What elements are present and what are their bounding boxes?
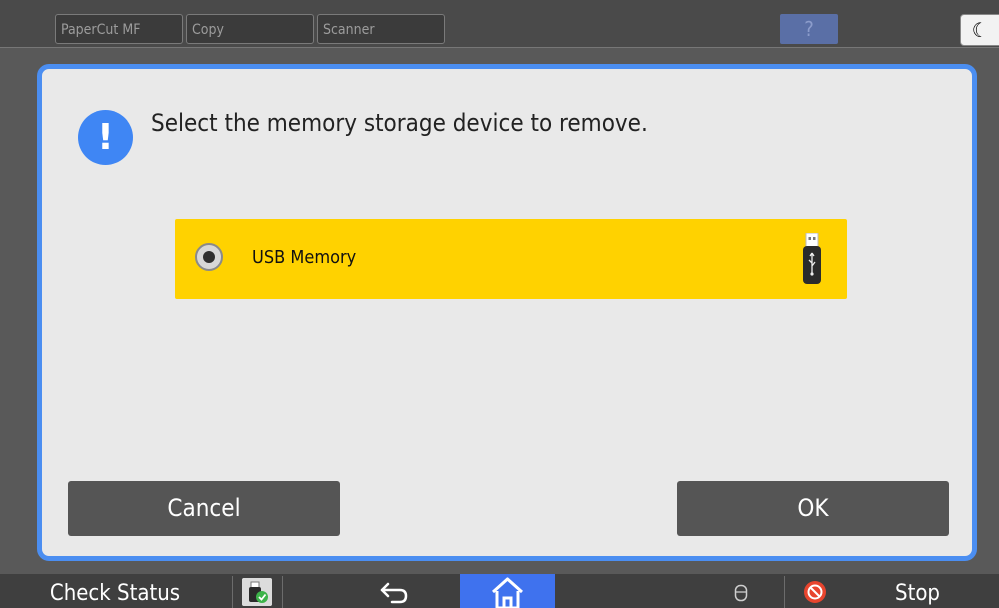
top-bar: PaperCut MF Copy Scanner ? ☾ bbox=[0, 0, 999, 48]
radio-selected-icon[interactable] bbox=[195, 243, 223, 271]
help-icon: ? bbox=[804, 17, 814, 41]
stop-icon[interactable] bbox=[803, 580, 827, 604]
tab-label: PaperCut MF bbox=[61, 22, 141, 38]
cancel-button[interactable]: Cancel bbox=[68, 481, 340, 536]
remove-device-dialog: ! Select the memory storage device to re… bbox=[37, 64, 977, 561]
bottom-bar: Check Status Stop bbox=[0, 574, 999, 608]
back-arrow-icon[interactable] bbox=[370, 574, 420, 608]
top-bar-divider bbox=[0, 47, 999, 48]
ok-label: OK bbox=[797, 494, 829, 522]
data-icon bbox=[734, 584, 748, 602]
tab-label: Copy bbox=[192, 22, 224, 38]
divider bbox=[232, 576, 233, 608]
tab-copy[interactable]: Copy bbox=[186, 14, 314, 44]
device-option-usb-memory[interactable]: USB Memory bbox=[175, 219, 847, 299]
check-status-button[interactable]: Check Status bbox=[0, 574, 230, 608]
device-label: USB Memory bbox=[252, 247, 357, 268]
night-mode-button[interactable]: ☾ bbox=[960, 14, 999, 46]
stop-button[interactable]: Stop bbox=[895, 574, 940, 608]
cancel-label: Cancel bbox=[167, 494, 241, 522]
printer-panel: PaperCut MF Copy Scanner ? ☾ ! Select th… bbox=[0, 0, 999, 608]
radio-dot bbox=[203, 251, 215, 263]
night-mode-icon: ☾ bbox=[971, 18, 989, 42]
home-button[interactable] bbox=[460, 574, 555, 608]
device-status-icon[interactable] bbox=[242, 578, 272, 606]
home-icon bbox=[491, 577, 524, 608]
divider bbox=[784, 576, 785, 608]
help-button[interactable]: ? bbox=[780, 14, 838, 44]
tab-scanner[interactable]: Scanner bbox=[317, 14, 445, 44]
usb-drive-icon bbox=[803, 233, 821, 284]
tab-papercut-mf[interactable]: PaperCut MF bbox=[55, 14, 183, 44]
dialog-message: Select the memory storage device to remo… bbox=[151, 109, 648, 137]
alert-icon: ! bbox=[78, 110, 133, 165]
tab-label: Scanner bbox=[323, 22, 375, 38]
ok-button[interactable]: OK bbox=[677, 481, 949, 536]
divider bbox=[282, 576, 283, 608]
